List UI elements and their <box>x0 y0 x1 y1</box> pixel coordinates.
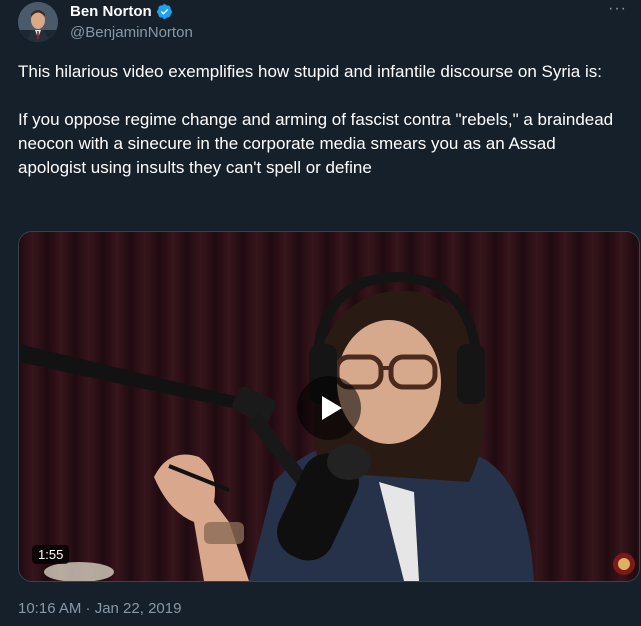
author-handle[interactable]: @BenjaminNorton <box>70 24 193 41</box>
play-icon <box>321 396 342 420</box>
more-options-button[interactable]: ··· <box>608 0 627 18</box>
verified-badge-icon <box>156 4 172 19</box>
play-button[interactable] <box>297 376 361 440</box>
author-name[interactable]: Ben Norton <box>70 3 152 20</box>
author-name-row: Ben Norton <box>70 3 173 20</box>
avatar-image <box>18 2 58 42</box>
video-player[interactable]: 1:55 <box>18 231 640 582</box>
tweet-text: This hilarious video exemplifies how stu… <box>18 62 614 177</box>
video-duration: 1:55 <box>32 545 70 564</box>
avatar[interactable] <box>18 2 58 42</box>
tweet-timestamp[interactable]: 10:16 AM · Jan 22, 2019 <box>18 600 181 617</box>
